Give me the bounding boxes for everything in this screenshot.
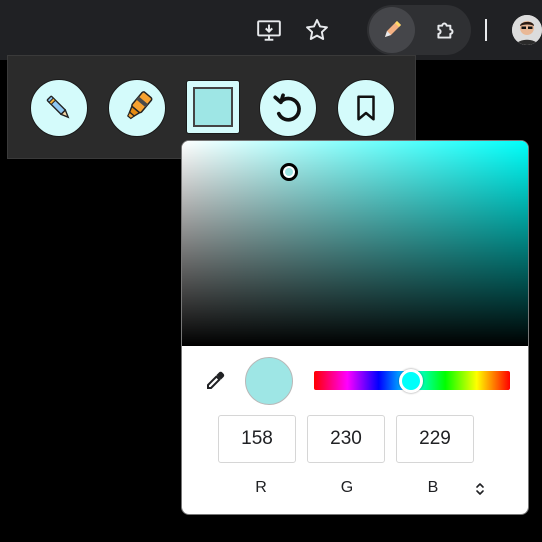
bookmark-icon xyxy=(357,95,375,121)
pen-extension-icon xyxy=(385,21,401,37)
blue-value-input[interactable] xyxy=(396,415,474,463)
profile-avatar[interactable] xyxy=(512,15,542,45)
color-picker: R G B xyxy=(181,140,529,515)
color-swatch-button[interactable] xyxy=(186,80,240,134)
saturation-value-area[interactable] xyxy=(182,141,528,346)
saturation-cursor[interactable] xyxy=(280,162,299,181)
color-swatch xyxy=(193,87,233,127)
color-preview xyxy=(245,357,293,405)
blue-label: B xyxy=(427,479,439,496)
browser-toolbar xyxy=(0,0,542,60)
pen-tool-button[interactable] xyxy=(30,79,88,137)
eyedropper-button[interactable] xyxy=(202,368,228,394)
red-value-input[interactable] xyxy=(218,415,296,463)
install-app-icon[interactable] xyxy=(251,12,287,48)
green-value-input[interactable] xyxy=(307,415,385,463)
red-label: R xyxy=(255,479,267,496)
highlighter-tool-button[interactable] xyxy=(108,79,166,137)
eyedropper-icon xyxy=(207,371,225,389)
bookmark-star-icon[interactable] xyxy=(299,12,335,48)
toolbar-divider xyxy=(485,19,487,41)
pen-extension-button[interactable] xyxy=(369,7,415,53)
extensions-puzzle-icon[interactable] xyxy=(428,12,464,48)
bookmark-button[interactable] xyxy=(337,79,395,137)
chevron-up-down-icon xyxy=(476,483,484,495)
pen-icon xyxy=(46,95,70,119)
undo-button[interactable] xyxy=(259,79,317,137)
highlighter-icon xyxy=(127,91,153,120)
color-mode-toggle[interactable] xyxy=(472,479,488,499)
undo-icon xyxy=(273,93,301,122)
green-label: G xyxy=(340,479,354,496)
hue-slider-thumb[interactable] xyxy=(398,369,423,393)
